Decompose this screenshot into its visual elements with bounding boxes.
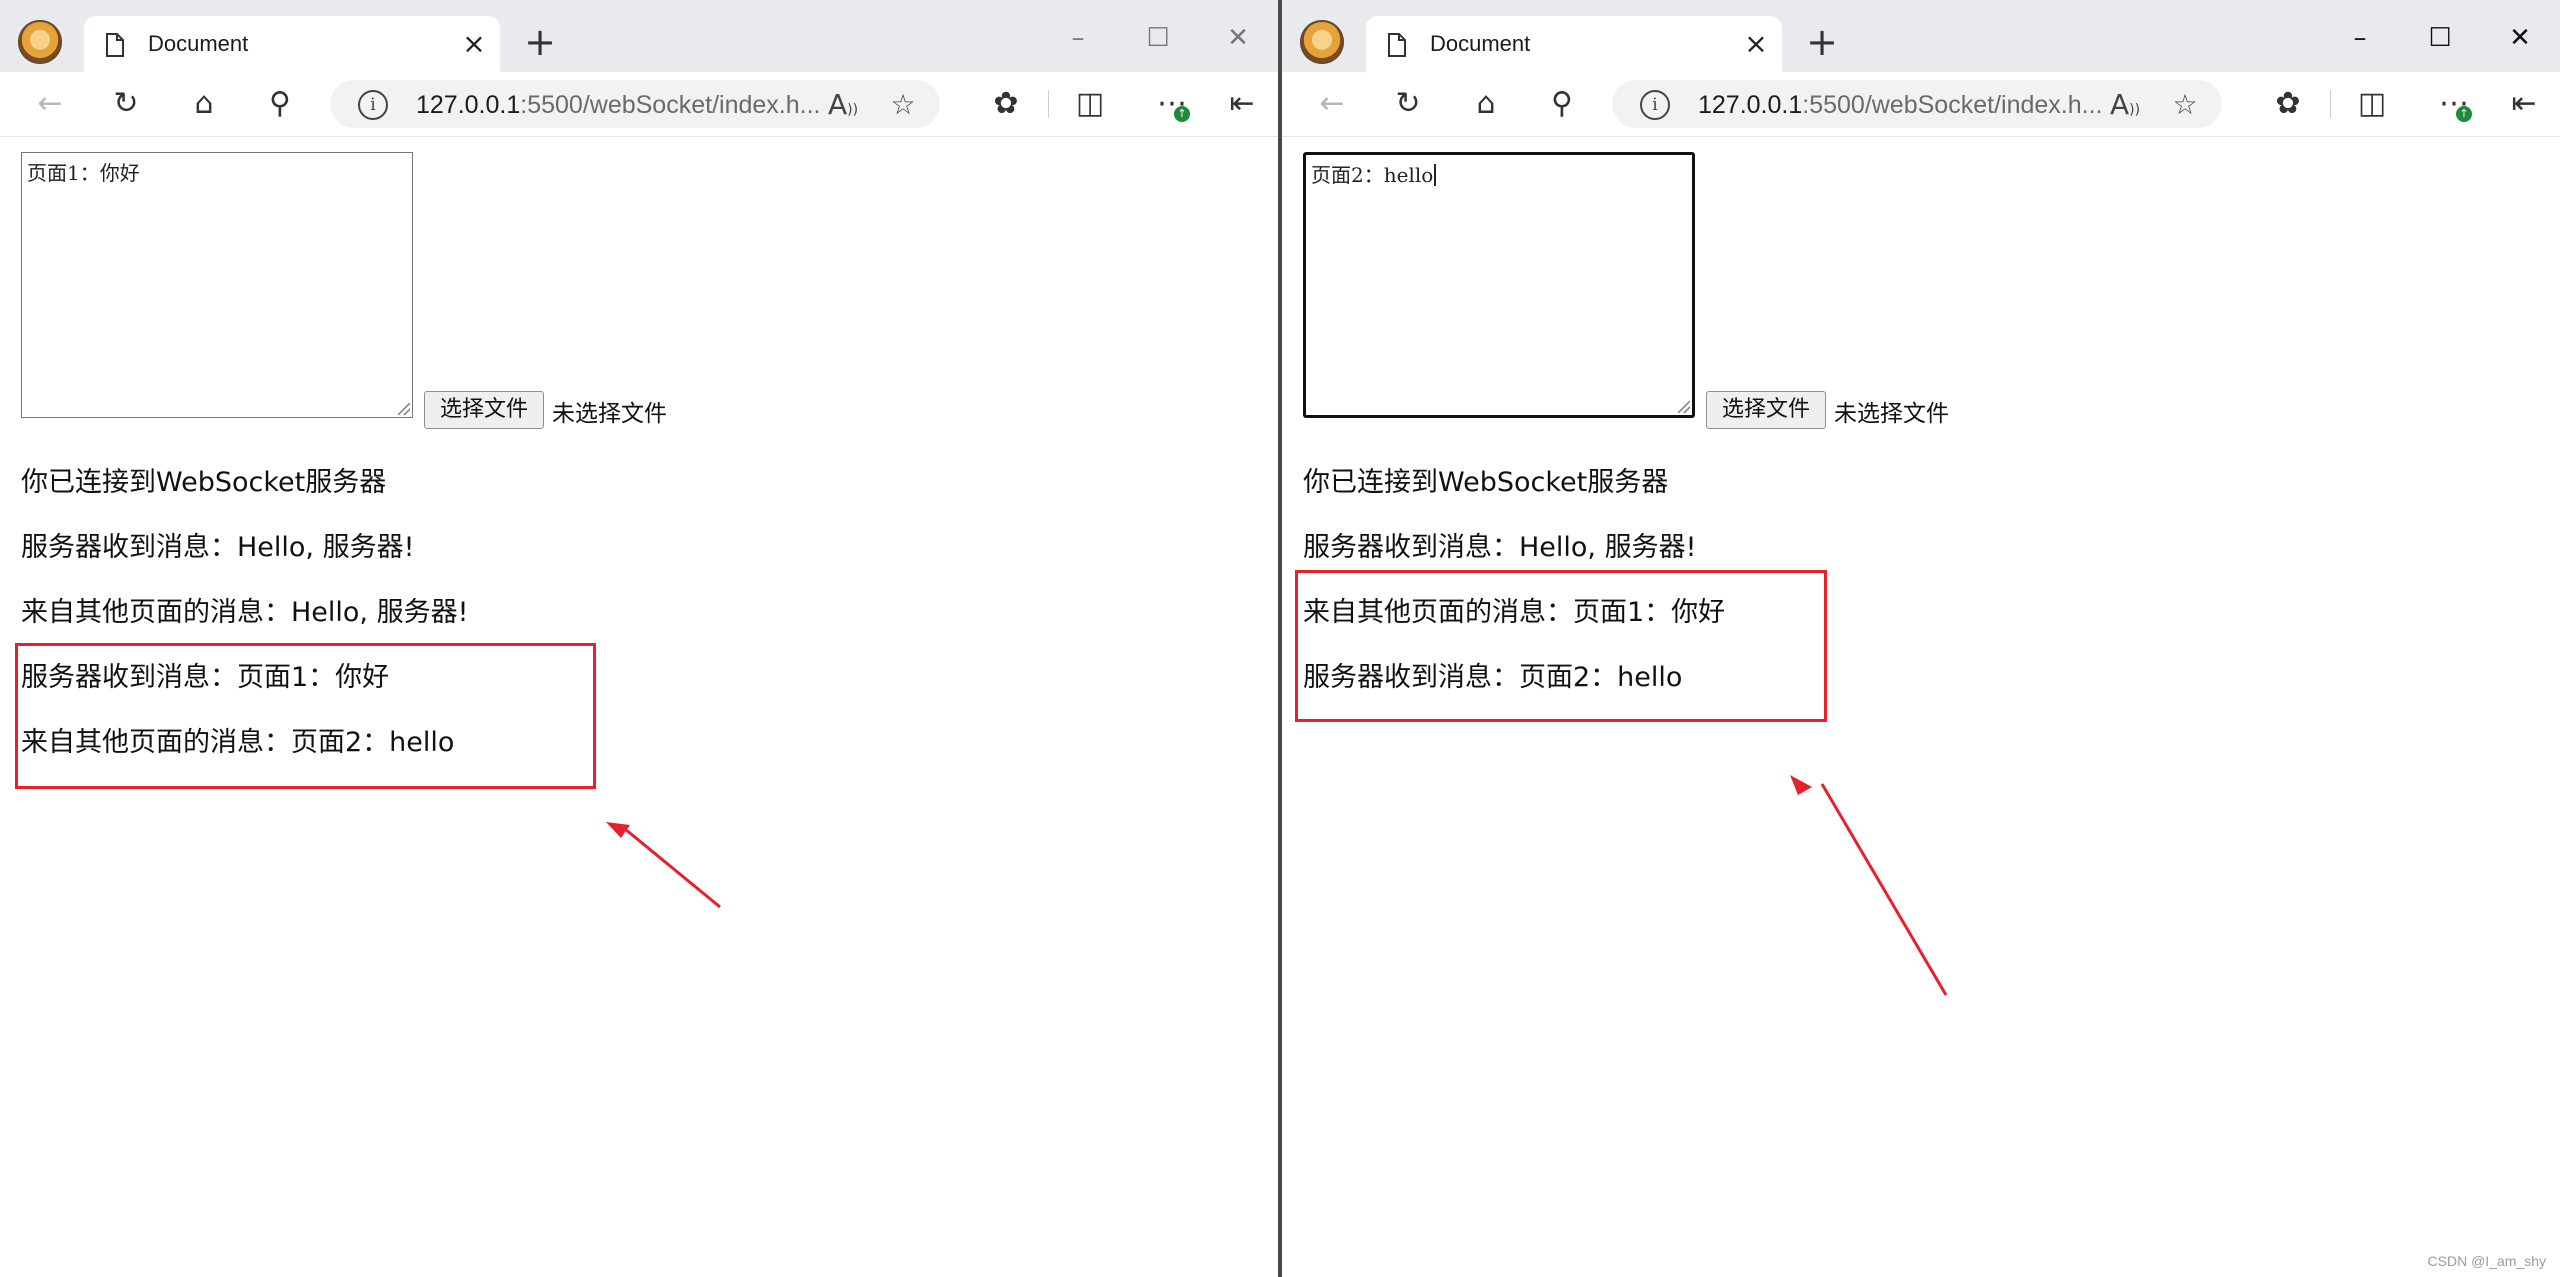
page-content: 页面2：hello 选择文件 未选择文件 你已连接到WebSocket服务器 服…	[1282, 137, 2560, 1277]
read-aloud-icon[interactable]: A))	[826, 88, 860, 122]
title-bar: Document × + – ☐ ✕	[1282, 0, 2560, 72]
update-badge: ↑	[2456, 106, 2472, 122]
toolbar: ← ↻ ⌂ ⚲ i 127.0.0.1:5500/webSocket/index…	[1282, 72, 2560, 137]
read-aloud-icon[interactable]: A))	[2108, 88, 2142, 122]
sidebar-icon[interactable]: ⇤	[1224, 86, 1260, 122]
url-text[interactable]: 127.0.0.1:5500/webSocket/index.h...	[1698, 91, 2102, 120]
extensions-icon[interactable]: ✿	[2270, 86, 2306, 122]
address-bar[interactable]: i 127.0.0.1:5500/webSocket/index.h... A)…	[330, 80, 940, 128]
tab-title: Document	[148, 31, 249, 56]
close-icon[interactable]: ✕	[1218, 18, 1258, 58]
site-info-icon[interactable]: i	[1640, 90, 1670, 120]
more-icon[interactable]: ⋯ ↑	[1154, 86, 1190, 122]
browser-window-right: Document × + – ☐ ✕ ← ↻ ⌂ ⚲ i 127.0.0.1:5…	[1282, 0, 2560, 1277]
minimize-icon[interactable]: –	[1058, 18, 1098, 58]
profile-avatar[interactable]	[18, 20, 62, 64]
document-icon	[1388, 33, 1406, 57]
window-controls: – ☐ ✕	[2340, 18, 2540, 58]
more-icon[interactable]: ⋯ ↑	[2436, 86, 2472, 122]
new-tab-icon[interactable]: +	[1804, 23, 1840, 61]
refresh-icon[interactable]: ↻	[1390, 86, 1426, 122]
search-icon[interactable]: ⚲	[1544, 86, 1580, 122]
tab-close-icon[interactable]: ×	[1742, 30, 1770, 58]
new-tab-icon[interactable]: +	[522, 23, 558, 61]
toolbar-separator	[2330, 90, 2331, 118]
minimize-icon[interactable]: –	[2340, 18, 2380, 58]
split-screen-icon[interactable]: ◫	[2354, 86, 2390, 122]
update-badge: ↑	[1174, 106, 1190, 122]
tab-document[interactable]: Document ×	[1366, 16, 1782, 72]
back-icon[interactable]: ←	[1314, 86, 1350, 122]
page-content: 页面1：你好 选择文件 未选择文件 你已连接到WebSocket服务器 服务器收…	[0, 137, 1278, 1277]
url-text[interactable]: 127.0.0.1:5500/webSocket/index.h...	[416, 91, 820, 120]
maximize-icon[interactable]: ☐	[1138, 18, 1178, 58]
search-icon[interactable]: ⚲	[262, 86, 298, 122]
split-screen-icon[interactable]: ◫	[1072, 86, 1108, 122]
watermark: CSDN @I_am_shy	[2427, 1253, 2546, 1269]
home-icon[interactable]: ⌂	[186, 86, 222, 122]
document-icon	[106, 33, 124, 57]
address-bar[interactable]: i 127.0.0.1:5500/webSocket/index.h... A)…	[1612, 80, 2222, 128]
sidebar-icon[interactable]: ⇤	[2506, 86, 2542, 122]
browser-window-left: Document × + – ☐ ✕ ← ↻ ⌂ ⚲ i 127.0.0.1:5…	[0, 0, 1278, 1277]
window-controls: – ☐ ✕	[1058, 18, 1258, 58]
close-icon[interactable]: ✕	[2500, 18, 2540, 58]
favorite-star-icon[interactable]: ☆	[2168, 88, 2202, 122]
refresh-icon[interactable]: ↻	[108, 86, 144, 122]
maximize-icon[interactable]: ☐	[2420, 18, 2460, 58]
screenshot: Document × + – ☐ ✕ ← ↻ ⌂ ⚲ i 127.0.0.1:5…	[0, 0, 2560, 1277]
back-icon[interactable]: ←	[32, 86, 68, 122]
favorite-star-icon[interactable]: ☆	[886, 88, 920, 122]
toolbar: ← ↻ ⌂ ⚲ i 127.0.0.1:5500/webSocket/index…	[0, 72, 1278, 137]
tab-title: Document	[1430, 31, 1531, 56]
annotation-arrow	[1790, 775, 1948, 996]
tab-document[interactable]: Document ×	[84, 16, 500, 72]
title-bar: Document × + – ☐ ✕	[0, 0, 1278, 72]
extensions-icon[interactable]: ✿	[988, 86, 1024, 122]
tab-close-icon[interactable]: ×	[460, 30, 488, 58]
annotation-arrow	[606, 822, 721, 909]
profile-avatar[interactable]	[1300, 20, 1344, 64]
site-info-icon[interactable]: i	[358, 90, 388, 120]
toolbar-separator	[1048, 90, 1049, 118]
home-icon[interactable]: ⌂	[1468, 86, 1504, 122]
